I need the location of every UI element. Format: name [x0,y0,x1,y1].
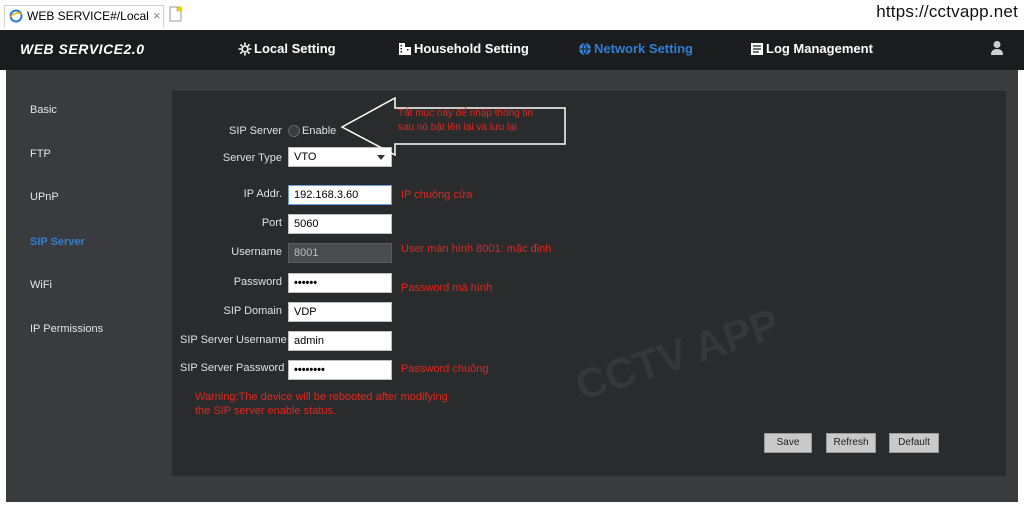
log-icon [751,42,763,55]
port-label: Port [261,217,282,229]
browser-tab[interactable]: WEB SERVICE#/Local × [4,5,164,27]
nav-log-management-label: Log Management [766,41,873,56]
server-type-value: VTO [294,151,317,163]
arrow-annotation-text: Tắt mục này để nhập thông tin sau nó bật… [398,107,533,135]
nav-network-setting-label: Network Setting [594,41,693,56]
globe-icon [579,42,591,55]
username-label: Username [231,246,282,258]
sip-password-note: Password chuông [401,363,489,375]
user-icon[interactable] [990,40,1004,56]
browser-tab-title: WEB SERVICE#/Local [27,9,149,23]
sip-server-username-label: SIP Server Username [180,334,287,346]
nav-log-management[interactable]: Log Management [750,41,873,56]
reboot-warning: Warning:The device will be rebooted afte… [195,391,448,417]
arrow-annotation-line2: sau nó bật lên lại và lưu lại [398,122,517,133]
sip-server-enable-checkbox[interactable] [288,125,300,137]
new-tab-icon[interactable] [168,5,184,23]
app-logo: WEB SERVICE2.0 [20,41,145,57]
sidebar-item-ip-permissions[interactable]: IP Permissions [30,323,103,335]
default-button[interactable]: Default [889,433,939,453]
ip-addr-input[interactable]: 192.168.3.60 [288,185,392,205]
password-note: Password mà hình [401,282,493,294]
sidebar: Basic FTP UPnP SIP Server WiFi IP Permis… [6,70,171,502]
port-input[interactable]: 5060 [288,214,392,234]
sidebar-item-upnp[interactable]: UPnP [30,191,59,203]
ip-addr-label: IP Addr. [243,188,282,200]
sidebar-item-wifi[interactable]: WiFi [30,279,52,291]
tab-close-icon[interactable]: × [153,8,161,23]
background-watermark: CCTV APP [569,299,785,410]
refresh-button[interactable]: Refresh [826,433,876,453]
sidebar-item-sip-server[interactable]: SIP Server [30,236,85,248]
username-input[interactable]: 8001 [288,243,392,263]
sip-server-password-label: SIP Server Password [180,362,285,374]
sip-server-username-input[interactable]: admin [288,331,392,351]
username-note: User màn hình 8001: mặc định [401,243,552,255]
sip-server-password-input[interactable]: •••••••• [288,360,392,380]
sidebar-item-basic[interactable]: Basic [30,104,57,116]
sip-server-enable-label: Enable [302,125,337,137]
sidebar-item-ftp[interactable]: FTP [30,148,51,160]
nav-local-setting-label: Local Setting [254,41,336,56]
nav-household-setting-label: Household Setting [414,41,529,56]
sip-domain-input[interactable]: VDP [288,302,392,322]
nav-local-setting[interactable]: Local Setting [238,41,336,56]
ip-note: IP chuông cửa [401,189,473,201]
password-input[interactable]: •••••• [288,273,392,293]
password-label: Password [233,276,282,288]
nav-network-setting[interactable]: Network Setting [578,41,693,56]
server-type-label: Server Type [222,152,282,164]
building-icon [399,42,411,55]
source-watermark-url: https://cctvapp.net [876,2,1018,21]
save-button[interactable]: Save [764,433,812,453]
arrow-annotation-line1: Tắt mục này để nhập thông tin [398,108,534,119]
browser-tab-strip: WEB SERVICE#/Local × https://cctvapp.net [0,0,1024,30]
ie-favicon-icon [9,9,23,23]
sip-domain-label: SIP Domain [223,305,283,317]
sip-server-label: SIP Server [229,125,282,137]
nav-household-setting[interactable]: Household Setting [398,41,529,56]
app-top-bar: WEB SERVICE2.0 Local Setting Household S… [0,30,1024,70]
gear-icon [238,42,252,55]
